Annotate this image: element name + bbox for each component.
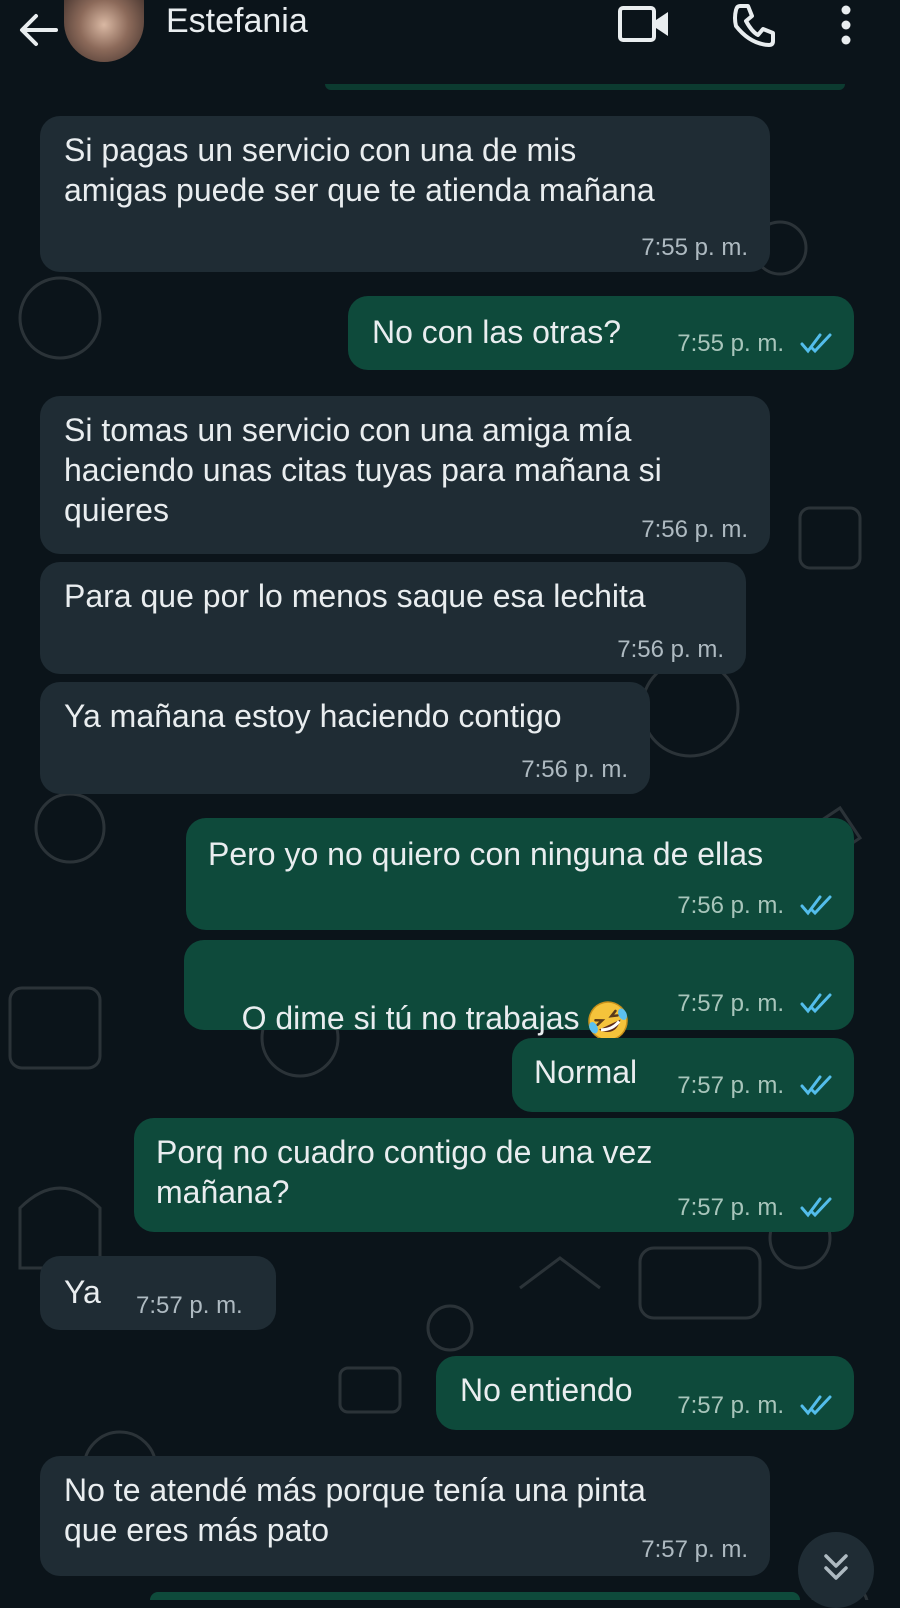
message-text: Si tomas un servicio con una amiga mía h…: [64, 412, 662, 528]
message-incoming[interactable]: Para que por lo menos saque esa lechita …: [40, 562, 746, 674]
double-check-icon: [800, 993, 832, 1014]
more-options-icon[interactable]: [836, 2, 856, 48]
message-text: Pero yo no quiero con ninguna de ellas: [208, 836, 764, 872]
message-time: 7:55 p. m.: [641, 234, 748, 261]
double-check-icon: [800, 333, 832, 354]
video-call-icon[interactable]: [618, 4, 670, 44]
message-text: Para que por lo menos saque esa lechita: [64, 578, 646, 614]
message-text: Si pagas un servicio con una de mis amig…: [64, 132, 655, 208]
double-check-icon: [800, 895, 832, 916]
scroll-to-bottom-button[interactable]: [798, 1532, 874, 1608]
double-check-icon: [800, 1395, 832, 1416]
contact-name[interactable]: Estefania: [166, 2, 308, 41]
message-time: 7:56 p. m.: [617, 636, 724, 663]
previous-message-edge: [325, 84, 845, 90]
contact-avatar[interactable]: [64, 0, 144, 62]
message-text: No con las otras?: [372, 314, 622, 350]
chevron-double-down-icon: [824, 1554, 848, 1580]
message-incoming[interactable]: Ya 7:57 p. m.: [40, 1256, 276, 1330]
double-check-icon: [800, 1075, 832, 1096]
message-incoming[interactable]: No te atendé más porque tenía una pinta …: [40, 1456, 770, 1576]
double-check-icon: [800, 1197, 832, 1218]
message-incoming[interactable]: Si tomas un servicio con una amiga mía h…: [40, 396, 770, 554]
message-time: 7:57 p. m.: [136, 1292, 243, 1319]
message-outgoing[interactable]: No con las otras? 7:55 p. m.: [348, 296, 854, 370]
message-text: Porq no cuadro contigo de una vez mañana…: [156, 1134, 653, 1210]
message-time: 7:56 p. m.: [677, 892, 784, 919]
message-outgoing[interactable]: O dime si tú no trabajas 7:57 p. m.: [184, 940, 854, 1041]
message-outgoing[interactable]: No entiendo 7:57 p. m.: [436, 1356, 854, 1430]
message-text: Ya mañana estoy haciendo contigo: [64, 698, 562, 734]
phone-icon[interactable]: [730, 2, 776, 48]
message-time: 7:57 p. m.: [677, 1194, 784, 1221]
message-text: Ya: [64, 1274, 101, 1310]
message-time: 7:57 p. m.: [641, 1536, 748, 1563]
message-incoming[interactable]: Si pagas un servicio con una de mis amig…: [40, 116, 770, 272]
message-outgoing[interactable]: Pero yo no quiero con ninguna de ellas 7…: [186, 818, 854, 930]
message-text: No entiendo: [460, 1372, 633, 1408]
message-text: No te atendé más porque tenía una pinta …: [64, 1472, 646, 1548]
message-text: Normal: [534, 1054, 638, 1090]
message-outgoing[interactable]: Porq no cuadro contigo de una vez mañana…: [134, 1118, 854, 1232]
next-message-edge: [150, 1592, 800, 1600]
back-arrow-icon[interactable]: [16, 8, 60, 52]
chat-header: Estefania: [0, 0, 900, 90]
message-time: 7:57 p. m.: [677, 1392, 784, 1419]
message-incoming[interactable]: Ya mañana estoy haciendo contigo 7:56 p.…: [40, 682, 650, 794]
message-time: 7:57 p. m.: [677, 990, 784, 1017]
message-time: 7:55 p. m.: [677, 330, 784, 357]
rolling-on-floor-laughing-emoji: [587, 1000, 628, 1041]
message-time: 7:56 p. m.: [521, 756, 628, 783]
message-text: O dime si tú no trabajas: [241, 1000, 580, 1036]
message-time: 7:57 p. m.: [677, 1072, 784, 1099]
message-outgoing[interactable]: Normal 7:57 p. m.: [512, 1038, 854, 1112]
message-time: 7:56 p. m.: [641, 516, 748, 543]
